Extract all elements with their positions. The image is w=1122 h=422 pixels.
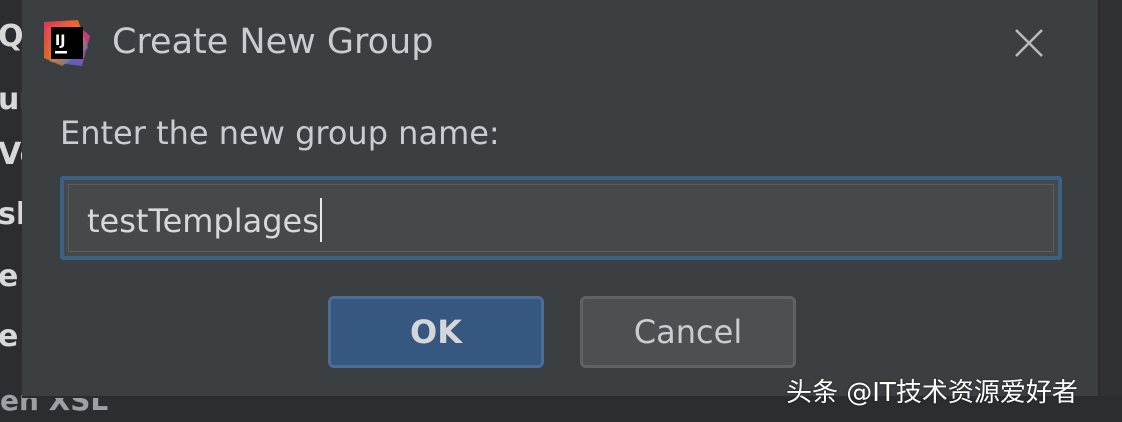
background-editor-strip: Q ur Ve sl e e [0, 0, 40, 422]
group-name-label: Enter the new group name: [60, 114, 500, 152]
background-text-fragment: Q [0, 19, 24, 54]
text-caret [319, 198, 322, 242]
ok-button[interactable]: OK [328, 296, 544, 368]
intellij-idea-icon: IJ [42, 18, 92, 68]
group-name-field-focus-ring: testTemplages [60, 176, 1062, 260]
dialog-title: Create New Group [112, 22, 434, 62]
watermark-text: 头条 @IT技术资源爱好者 [786, 378, 1078, 408]
background-text-fragment: e [0, 319, 19, 354]
background-text-fragment: e [0, 259, 19, 294]
screen: Q ur Ve sl e e en XSL IJ Create New Grou… [0, 0, 1122, 422]
close-icon [1015, 29, 1043, 57]
group-name-input[interactable]: testTemplages [69, 185, 1053, 251]
cancel-button[interactable]: Cancel [580, 296, 796, 368]
close-button[interactable] [1008, 22, 1050, 64]
dialog-title-bar[interactable]: IJ Create New Group [22, 0, 1098, 88]
group-name-field[interactable]: testTemplages [68, 184, 1054, 252]
create-new-group-dialog: IJ Create New Group Enter the new group … [22, 0, 1100, 398]
app-icon-text: IJ [55, 33, 65, 49]
group-name-input-value: testTemplages [87, 202, 319, 240]
